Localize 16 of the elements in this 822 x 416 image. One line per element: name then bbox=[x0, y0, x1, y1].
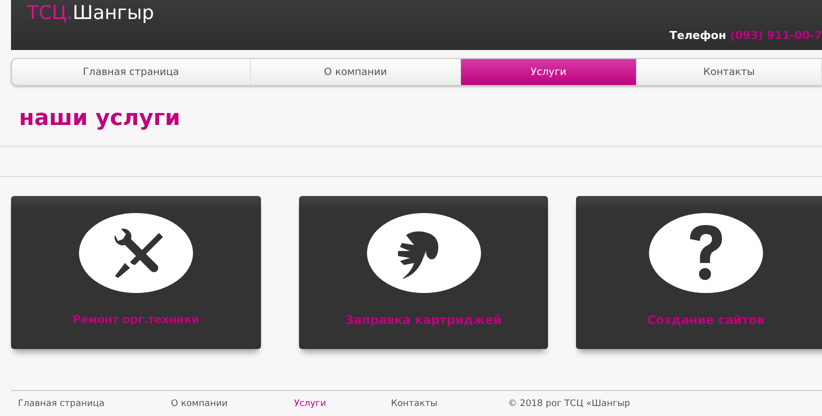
phone-label: Телефон bbox=[670, 29, 726, 42]
logo-accent: ТСЦ. bbox=[27, 2, 73, 24]
footer-link[interactable]: Главная страница bbox=[18, 399, 164, 409]
nav-tab[interactable]: Услуги bbox=[461, 59, 637, 85]
copyright-text: © 2018 рог ТСЦ «Шангыр bbox=[508, 399, 630, 409]
service-title: Ремонт орг.техники bbox=[72, 313, 200, 326]
phone-number: (093) 911-00-7 bbox=[730, 29, 822, 42]
service-title: Создание сайтов bbox=[647, 313, 765, 327]
nav-tab[interactable]: Главная страница bbox=[12, 59, 251, 85]
nav-tab[interactable]: Контакты bbox=[637, 59, 822, 85]
footer-link[interactable]: Контакты bbox=[391, 399, 508, 409]
logo-text: Шангыр bbox=[72, 2, 154, 24]
footer-link[interactable]: О компании bbox=[171, 399, 287, 409]
service-title: Заправка картриджей bbox=[345, 313, 502, 327]
footer-link[interactable]: Услуги bbox=[294, 399, 384, 409]
page-heading: наши услуги bbox=[19, 105, 182, 133]
